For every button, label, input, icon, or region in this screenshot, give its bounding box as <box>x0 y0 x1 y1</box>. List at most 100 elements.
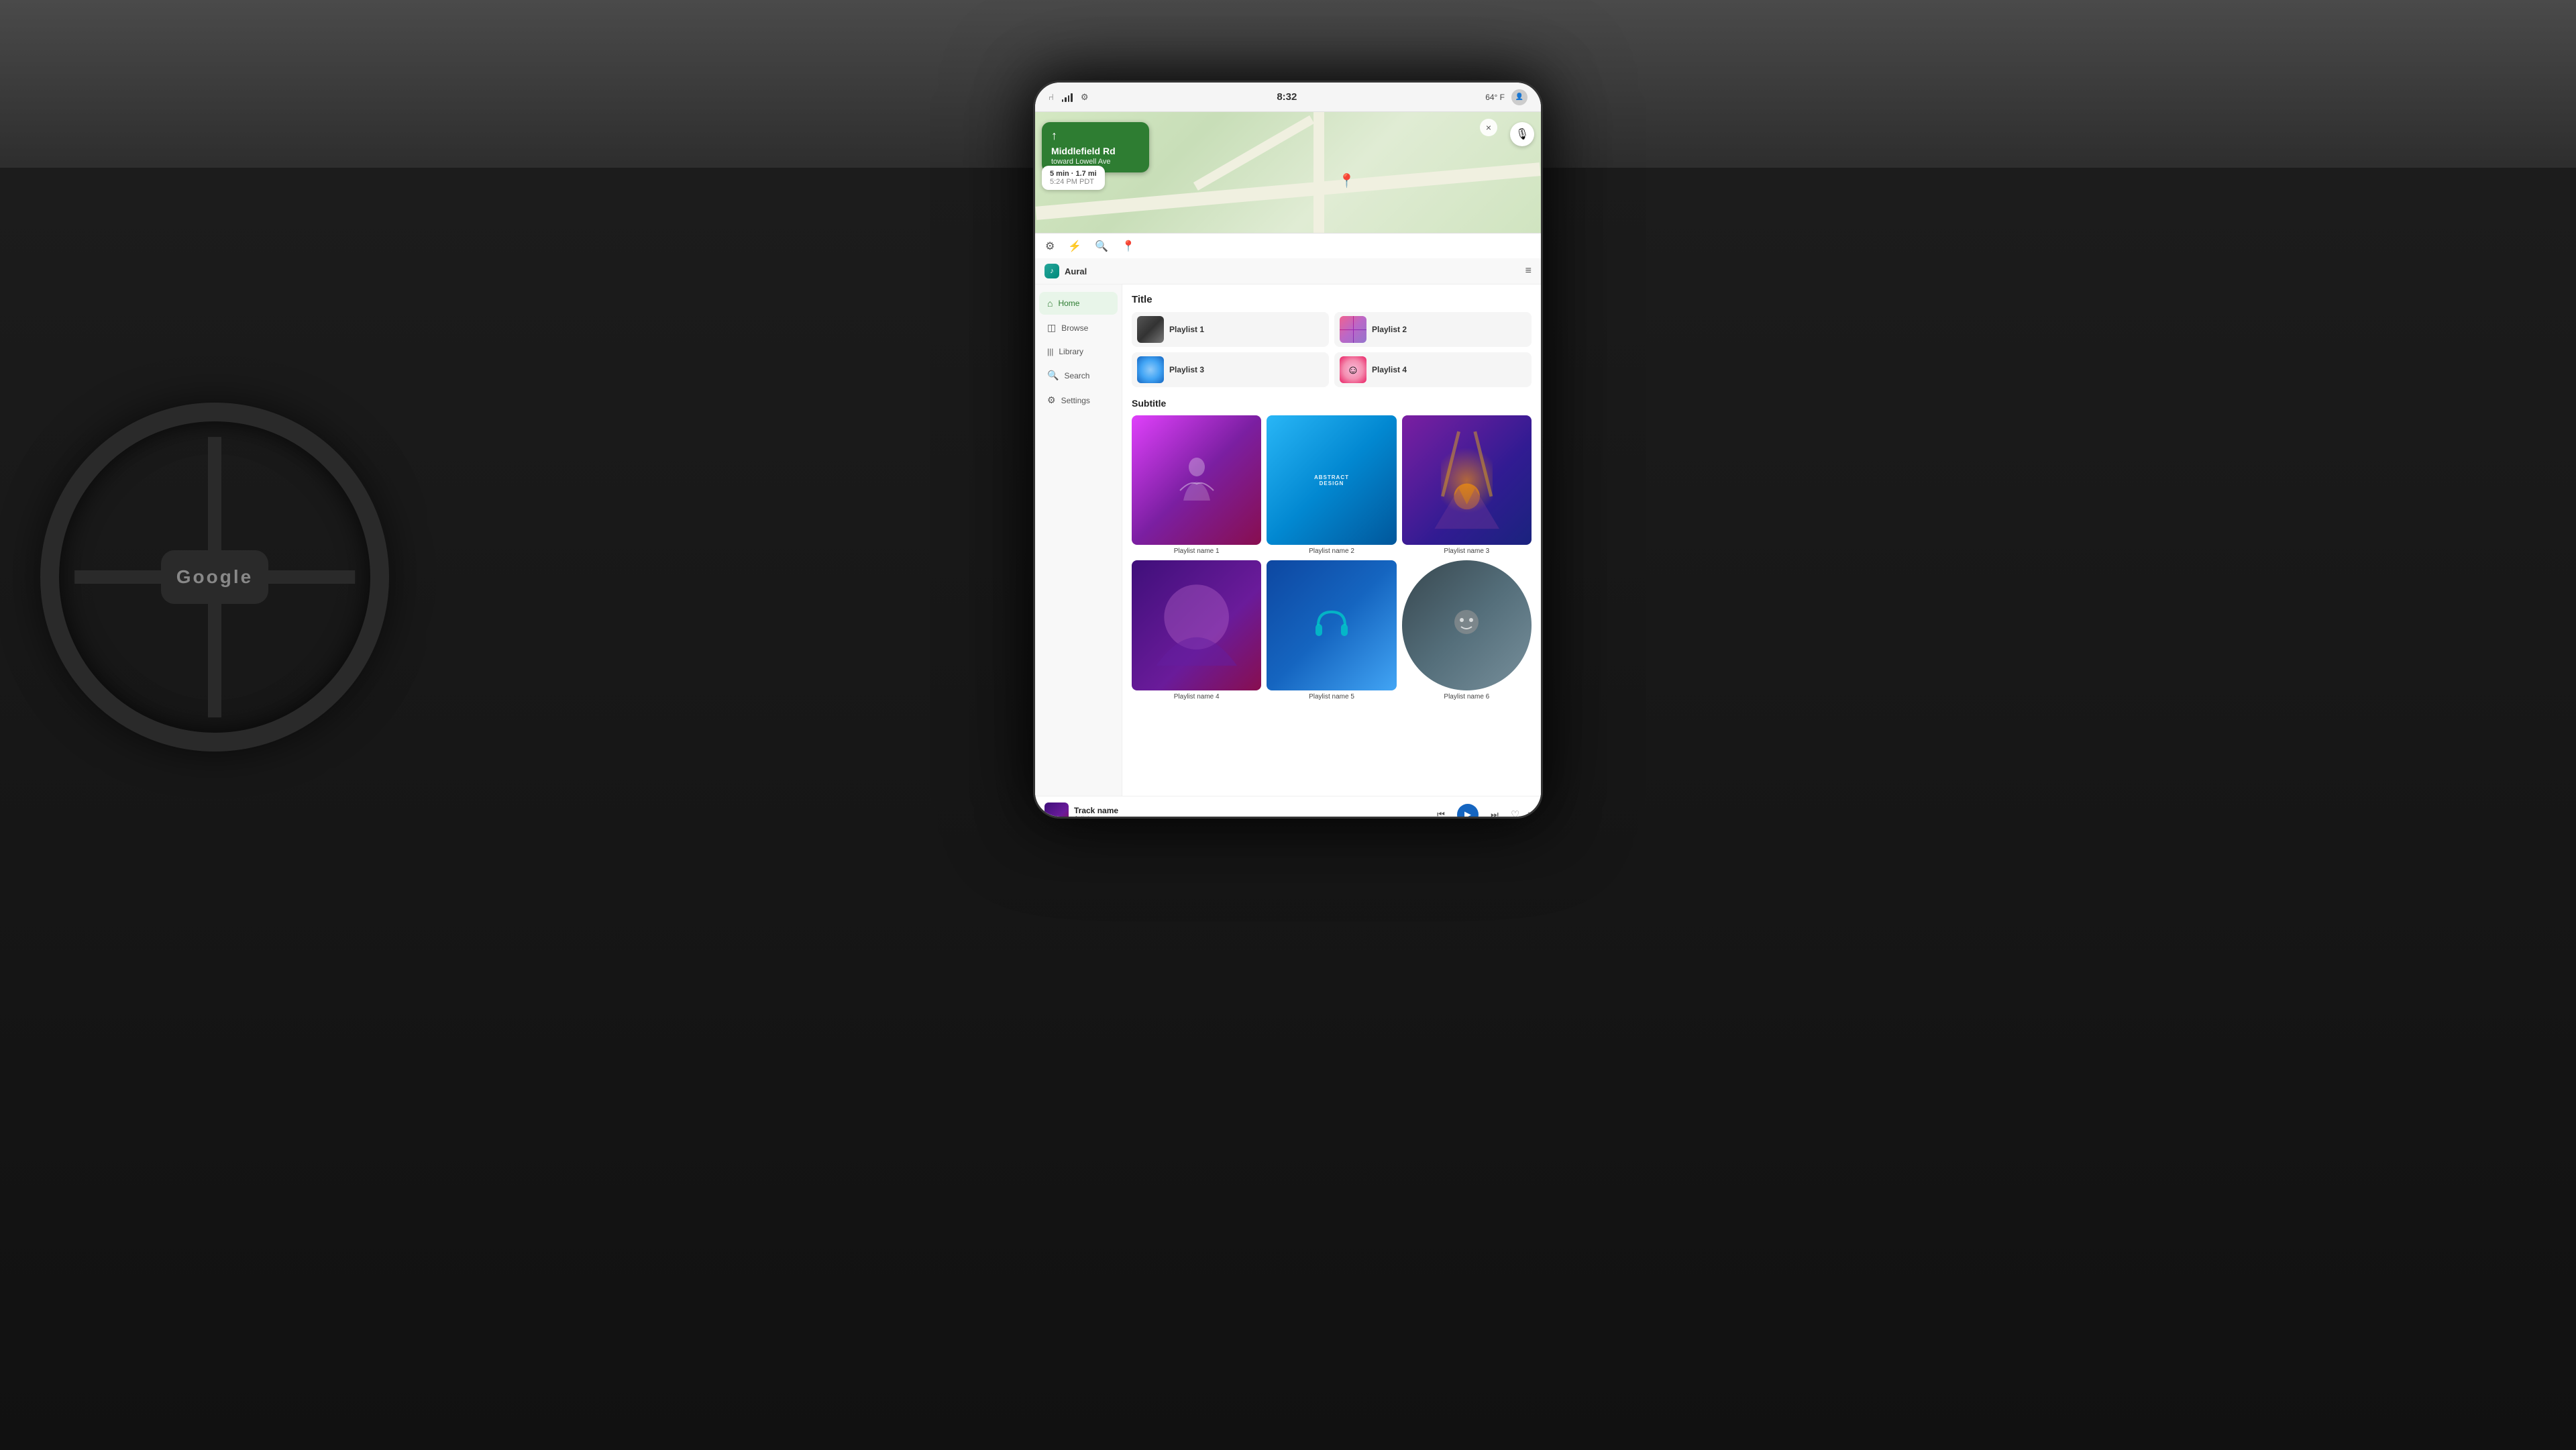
status-bar: ⑁ ⚙ 8:32 64° F 👤 <box>1035 83 1541 112</box>
playlist-4-label: Playlist 4 <box>1372 365 1407 374</box>
album-item-5[interactable]: Playlist name 5 <box>1267 560 1396 700</box>
nav-street-name: Middlefield Rd <box>1051 146 1140 156</box>
map-toolbar: ⚙ ⚡ 🔍 📍 <box>1035 233 1541 258</box>
sidebar-item-search-label: Search <box>1064 371 1089 380</box>
eta-card: 5 min · 1.7 mi 5:24 PM PDT <box>1042 166 1105 190</box>
sidebar-item-library-label: Library <box>1059 347 1083 356</box>
playlist-1-label: Playlist 1 <box>1169 325 1204 334</box>
sidebar-item-settings[interactable]: ⚙ Settings <box>1039 389 1118 412</box>
playlist-item-4[interactable]: ☺ Playlist 4 <box>1334 352 1532 387</box>
playlist-item-2[interactable]: Playlist 2 <box>1334 312 1532 347</box>
album-4-cover <box>1132 560 1261 690</box>
steering-wheel-logo: Google <box>176 566 253 588</box>
album-2-name: Playlist name 2 <box>1267 548 1396 555</box>
next-button[interactable]: ⏭ <box>1485 805 1504 819</box>
track-name: Track name <box>1074 806 1426 815</box>
now-playing-info: Track name Artist name <box>1074 806 1426 819</box>
bluetooth-icon: ⑁ <box>1049 92 1054 102</box>
playlist-1-thumb <box>1137 316 1164 343</box>
now-playing-bar: Track name Artist name ⏮ ▶ ⏭ ♡ ˄ <box>1035 796 1541 819</box>
album-item-6[interactable]: Playlist name 6 <box>1402 560 1532 700</box>
playlist-3-thumb <box>1137 356 1164 383</box>
playlist-item-3[interactable]: Playlist 3 <box>1132 352 1329 387</box>
playback-controls: ⏮ ▶ ⏭ ♡ ˄ <box>1432 804 1532 819</box>
sidebar-item-home-label: Home <box>1058 299 1079 308</box>
face-art <box>1446 605 1487 645</box>
playlist-grid: Playlist 1 Playlist 2 Playlist 3 <box>1132 312 1532 387</box>
playlist-2-thumb <box>1340 316 1366 343</box>
home-icon: ⌂ <box>1047 298 1053 309</box>
map-tool-search[interactable]: 🔍 <box>1095 240 1108 253</box>
artist-name: Artist name <box>1074 815 1426 819</box>
queue-icon[interactable]: ≡ <box>1525 265 1532 277</box>
now-playing-thumbnail <box>1044 802 1069 819</box>
now-playing-top: Track name Artist name ⏮ ▶ ⏭ ♡ ˄ <box>1044 802 1532 819</box>
aural-logo-icon: ♪ <box>1044 264 1059 278</box>
sidebar-item-browse-label: Browse <box>1061 323 1088 333</box>
album-item-2[interactable]: ABSTRACTDESIGN Playlist name 2 <box>1267 415 1396 555</box>
playlist-item-1[interactable]: Playlist 1 <box>1132 312 1329 347</box>
phone-screen: ⑁ ⚙ 8:32 64° F 👤 <box>1033 81 1543 819</box>
album-item-1[interactable]: Playlist name 1 <box>1132 415 1261 555</box>
navigation-card: ↑ Middlefield Rd toward Lowell Ave <box>1042 122 1149 172</box>
user-avatar[interactable]: 👤 <box>1511 89 1527 105</box>
album-1-art <box>1177 454 1217 507</box>
map-tool-bolt[interactable]: ⚡ <box>1068 240 1081 253</box>
settings-status-icon: ⚙ <box>1081 92 1089 103</box>
map-tool-settings[interactable]: ⚙ <box>1045 240 1055 253</box>
album-4-art <box>1132 560 1261 690</box>
nav-toward-label: toward Lowell Ave <box>1051 158 1140 166</box>
status-right: 64° F 👤 <box>1485 89 1527 105</box>
main-content: Title Playlist 1 Playlist 2 <box>1122 284 1541 796</box>
playlist-2-label: Playlist 2 <box>1372 325 1407 334</box>
temperature-display: 64° F <box>1485 93 1505 102</box>
nav-direction-arrow: ↑ <box>1051 129 1140 143</box>
sidebar-item-home[interactable]: ⌂ Home <box>1039 292 1118 315</box>
map-road-vertical <box>1313 112 1324 233</box>
playlist-3-label: Playlist 3 <box>1169 365 1204 374</box>
map-mic-button[interactable]: 🎙 <box>1510 122 1534 146</box>
library-icon: ||| <box>1047 347 1053 356</box>
aural-app-name: Aural <box>1065 266 1087 276</box>
steering-wheel: Google <box>40 403 389 752</box>
sidebar: ⌂ Home ◫ Browse ||| Library 🔍 Search ⚙ <box>1035 284 1122 796</box>
album-4-name: Playlist name 4 <box>1132 693 1261 701</box>
map-location-pin: 📍 <box>1338 172 1355 189</box>
album-item-3[interactable]: Playlist name 3 <box>1402 415 1532 555</box>
album-1-name: Playlist name 1 <box>1132 548 1261 555</box>
subtitle-section-header: Subtitle <box>1132 398 1532 409</box>
browse-icon: ◫ <box>1047 322 1056 333</box>
album-3-cover <box>1402 415 1532 545</box>
aural-app-header: ♪ Aural ≡ <box>1035 258 1541 284</box>
title-section-header: Title <box>1132 294 1532 305</box>
eta-pdt: 5:24 PM PDT <box>1050 178 1097 186</box>
prev-button[interactable]: ⏮ <box>1432 805 1450 819</box>
album-2-cover: ABSTRACTDESIGN <box>1267 415 1396 545</box>
headphones-art <box>1311 605 1352 645</box>
status-time: 8:32 <box>1277 91 1297 103</box>
nav-close-button[interactable]: × <box>1480 119 1497 136</box>
play-pause-button[interactable]: ▶ <box>1457 804 1479 819</box>
album-5-name: Playlist name 5 <box>1267 693 1396 701</box>
map-tool-pin[interactable]: 📍 <box>1122 240 1135 253</box>
album-1-cover <box>1132 415 1261 545</box>
aural-logo-wrap: ♪ Aural <box>1044 264 1087 278</box>
sidebar-item-search[interactable]: 🔍 Search <box>1039 364 1118 387</box>
album-item-4[interactable]: Playlist name 4 <box>1132 560 1261 700</box>
album-grid: Playlist name 1 ABSTRACTDESIGN Playlist … <box>1132 415 1532 701</box>
signal-icon <box>1062 93 1073 102</box>
status-left: ⑁ ⚙ <box>1049 92 1088 103</box>
sidebar-item-library[interactable]: ||| Library <box>1039 341 1118 362</box>
eta-time: 5 min · 1.7 mi <box>1050 170 1097 178</box>
sidebar-item-browse[interactable]: ◫ Browse <box>1039 316 1118 340</box>
search-nav-icon: 🔍 <box>1047 370 1059 381</box>
settings-nav-icon: ⚙ <box>1047 395 1056 406</box>
album-6-cover <box>1402 560 1532 690</box>
album-5-cover <box>1267 560 1396 690</box>
music-app-body: ⌂ Home ◫ Browse ||| Library 🔍 Search ⚙ <box>1035 284 1541 796</box>
heart-button[interactable]: ♡ <box>1511 809 1519 819</box>
map-section: ↑ Middlefield Rd toward Lowell Ave × 5 m… <box>1035 112 1541 233</box>
album-6-name: Playlist name 6 <box>1402 693 1532 701</box>
playlist-4-thumb: ☺ <box>1340 356 1366 383</box>
sidebar-item-settings-label: Settings <box>1061 396 1090 405</box>
